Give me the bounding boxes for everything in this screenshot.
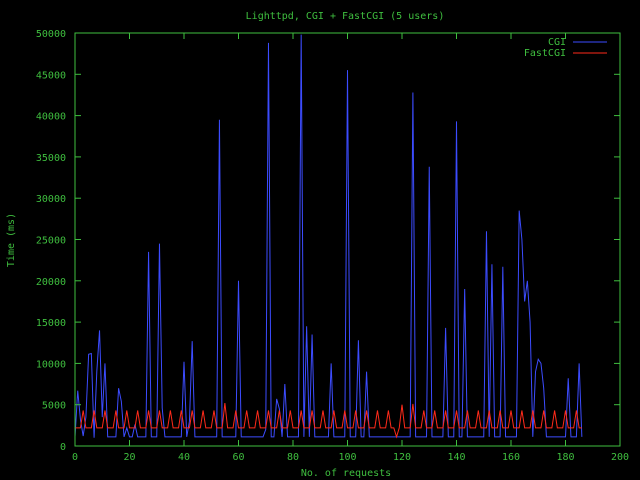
y-tick-label: 15000 xyxy=(36,318,66,329)
y-tick-label: 40000 xyxy=(36,112,66,123)
x-tick-label: 20 xyxy=(123,452,135,463)
x-tick-label: 200 xyxy=(611,452,629,463)
chart-title: Lighttpd, CGI + FastCGI (5 users) xyxy=(246,11,445,22)
y-tick-label: 5000 xyxy=(42,401,66,412)
x-tick-label: 80 xyxy=(287,452,299,463)
y-tick-label: 50000 xyxy=(36,29,66,40)
x-tick-label: 120 xyxy=(393,452,411,463)
x-tick-label: 60 xyxy=(232,452,244,463)
y-tick-label: 35000 xyxy=(36,153,66,164)
x-tick-label: 160 xyxy=(502,452,520,463)
x-tick-label: 40 xyxy=(178,452,190,463)
y-tick-label: 20000 xyxy=(36,277,66,288)
x-tick-label: 0 xyxy=(72,452,78,463)
y-axis-label: Time (ms) xyxy=(6,213,17,267)
x-tick-label: 180 xyxy=(556,452,574,463)
chart-background xyxy=(0,0,640,480)
x-tick-label: 100 xyxy=(338,452,356,463)
x-axis-label: No. of requests xyxy=(301,468,391,479)
y-tick-label: 10000 xyxy=(36,359,66,370)
y-tick-label: 0 xyxy=(60,442,66,453)
y-tick-label: 45000 xyxy=(36,70,66,81)
line-chart: Lighttpd, CGI + FastCGI (5 users) Time (… xyxy=(0,0,640,480)
y-tick-label: 30000 xyxy=(36,194,66,205)
legend-label-fastcgi: FastCGI xyxy=(524,48,566,59)
x-tick-label: 140 xyxy=(447,452,465,463)
y-tick-label: 25000 xyxy=(36,236,66,247)
legend-label-cgi: CGI xyxy=(548,37,566,48)
